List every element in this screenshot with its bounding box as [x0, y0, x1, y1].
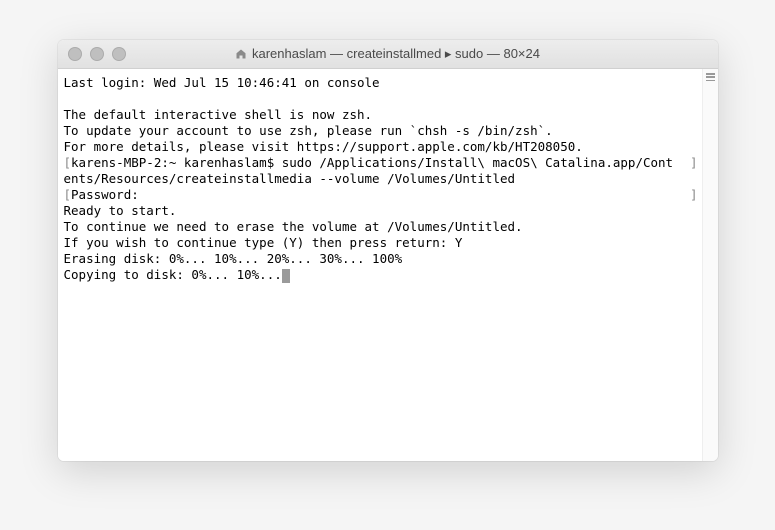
- scroll-indicator-icon: [706, 73, 715, 81]
- content-wrap: Last login: Wed Jul 15 10:46:41 on conso…: [58, 69, 718, 461]
- minimize-button[interactable]: [90, 47, 104, 61]
- terminal-line: To continue we need to erase the volume …: [64, 219, 698, 235]
- close-button[interactable]: [68, 47, 82, 61]
- home-icon: [235, 48, 247, 60]
- cursor: [282, 269, 290, 283]
- terminal-line: [karens-MBP-2:~ karenhaslam$ sudo /Appli…: [64, 155, 698, 171]
- zoom-button[interactable]: [112, 47, 126, 61]
- window-title: karenhaslam — createinstallmed ▸ sudo — …: [252, 46, 540, 62]
- traffic-lights: [68, 47, 126, 61]
- window-title-wrap: karenhaslam — createinstallmed ▸ sudo — …: [58, 46, 718, 62]
- terminal-line: To update your account to use zsh, pleas…: [64, 123, 698, 139]
- terminal-line: Erasing disk: 0%... 10%... 20%... 30%...…: [64, 251, 698, 267]
- terminal-line: For more details, please visit https://s…: [64, 139, 698, 155]
- terminal-line: Copying to disk: 0%... 10%...: [64, 267, 698, 283]
- terminal-line: ents/Resources/createinstallmedia --volu…: [64, 171, 698, 187]
- terminal-window: karenhaslam — createinstallmed ▸ sudo — …: [58, 40, 718, 461]
- scrollbar[interactable]: [702, 69, 718, 461]
- titlebar[interactable]: karenhaslam — createinstallmed ▸ sudo — …: [58, 40, 718, 69]
- terminal-line: Ready to start.: [64, 203, 698, 219]
- terminal-line: [Password:]: [64, 187, 698, 203]
- terminal-line: If you wish to continue type (Y) then pr…: [64, 235, 698, 251]
- terminal-line: The default interactive shell is now zsh…: [64, 107, 698, 123]
- terminal-line: Last login: Wed Jul 15 10:46:41 on conso…: [64, 75, 698, 91]
- terminal-output[interactable]: Last login: Wed Jul 15 10:46:41 on conso…: [58, 69, 702, 461]
- terminal-line: [64, 91, 698, 107]
